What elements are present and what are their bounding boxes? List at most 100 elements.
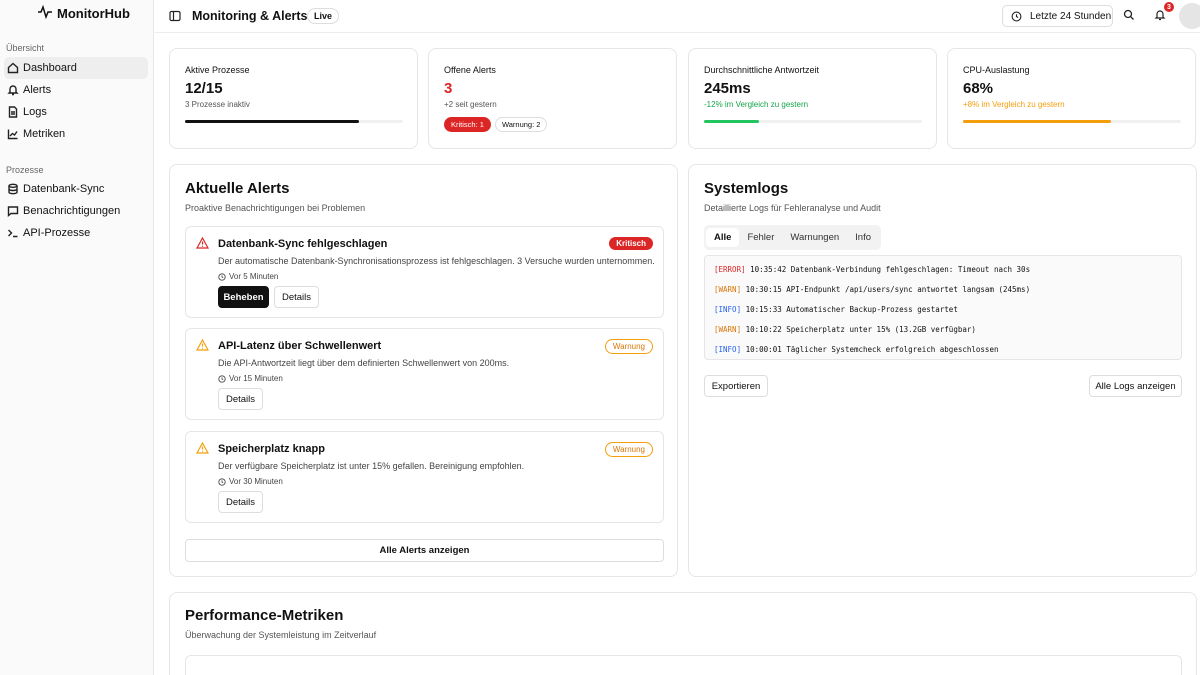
clock-icon xyxy=(218,272,226,281)
fix-button[interactable]: Beheben xyxy=(218,286,269,308)
time-range-button[interactable]: Letzte 24 Stunden xyxy=(1002,5,1113,27)
stat-sub: -12% im Vergleich zu gestern xyxy=(704,100,809,109)
clock-icon xyxy=(218,374,226,383)
brand-name: MonitorHub xyxy=(57,5,130,21)
show-all-alerts-button[interactable]: Alle Alerts anzeigen xyxy=(185,539,664,562)
alert-time: Vor 5 Minuten xyxy=(218,272,278,281)
details-button[interactable]: Details xyxy=(218,388,263,410)
alert-title: Speicherplatz knapp xyxy=(218,443,325,455)
sidebar-item-label: Datenbank-Sync xyxy=(23,183,105,195)
live-badge: Live xyxy=(307,8,340,24)
clock-icon xyxy=(1011,11,1022,22)
log-time: 10:10:22 xyxy=(745,325,782,334)
critical-count-pill: Kritisch: 1 xyxy=(444,117,491,132)
log-time: 10:30:15 xyxy=(745,285,782,294)
nav-overview: Dashboard Alerts Logs Metriken xyxy=(4,57,148,145)
log-level: [WARN] xyxy=(714,285,742,294)
sidebar-item-api-processes[interactable]: API-Prozesse xyxy=(4,222,148,244)
log-message: Täglicher Systemcheck erfolgreich abgesc… xyxy=(786,345,999,354)
stat-value: 245ms xyxy=(704,80,751,97)
log-line: [ERROR] 10:35:42 Datenbank-Verbindung fe… xyxy=(714,263,1172,283)
sidebar-item-metrics[interactable]: Metriken xyxy=(4,123,148,145)
notifications-bell-icon[interactable] xyxy=(1154,9,1166,21)
performance-panel-subtitle: Überwachung der Systemleistung im Zeitve… xyxy=(185,630,377,640)
log-level: [WARN] xyxy=(714,325,742,334)
alert-description: Die API-Antwortzeit liegt über dem defin… xyxy=(218,358,510,368)
tab-warnings[interactable]: Warnungen xyxy=(782,228,847,247)
tab-info[interactable]: Info xyxy=(847,228,879,247)
progress-bar xyxy=(963,120,1181,123)
alert-item: Datenbank-Sync fehlgeschlagen Kritisch D… xyxy=(185,226,664,318)
stat-card-open-alerts: Offene Alerts 3 +2 seit gestern Kritisch… xyxy=(428,48,677,149)
sidebar-item-notifications[interactable]: Benachrichtigungen xyxy=(4,200,148,222)
sidebar-item-alerts[interactable]: Alerts xyxy=(4,79,148,101)
stat-sub: 3 Prozesse inaktiv xyxy=(185,100,250,109)
chart-icon xyxy=(7,129,18,140)
section-label-overview: Übersicht xyxy=(6,43,45,53)
stat-card-cpu-usage: CPU-Auslastung 68% +8% im Vergleich zu g… xyxy=(947,48,1196,149)
log-time: 10:15:33 xyxy=(745,305,782,314)
alert-triangle-icon xyxy=(196,339,209,351)
sidebar-toggle-icon[interactable] xyxy=(169,10,181,22)
sidebar-item-label: Dashboard xyxy=(23,62,77,74)
export-button[interactable]: Exportieren xyxy=(704,375,768,397)
log-line: [INFO] 10:00:01 Täglicher Systemcheck er… xyxy=(714,343,1172,363)
log-time: 10:00:01 xyxy=(745,345,782,354)
stat-sub: +2 seit gestern xyxy=(444,100,497,109)
log-line: [WARN] 10:10:22 Speicherplatz unter 15% … xyxy=(714,323,1172,343)
progress-bar xyxy=(185,120,403,123)
log-output[interactable]: [ERROR] 10:35:42 Datenbank-Verbindung fe… xyxy=(704,255,1182,360)
clock-icon xyxy=(218,477,226,486)
alert-item: Speicherplatz knapp Warnung Der verfügba… xyxy=(185,431,664,523)
logs-panel-subtitle: Detaillierte Logs für Fehleranalyse und … xyxy=(704,203,881,213)
stat-value: 3 xyxy=(444,80,453,97)
file-icon xyxy=(8,106,18,118)
sidebar-item-dashboard[interactable]: Dashboard xyxy=(4,57,148,79)
progress-fill xyxy=(185,120,360,123)
avatar[interactable] xyxy=(1179,3,1200,29)
stat-label: Aktive Prozesse xyxy=(185,65,250,75)
stat-label: CPU-Auslastung xyxy=(963,65,1030,75)
time-range-label: Letzte 24 Stunden xyxy=(1030,10,1112,22)
log-level: [INFO] xyxy=(714,305,742,314)
sidebar-item-label: Alerts xyxy=(23,84,52,96)
logs-panel: Systemlogs Detaillierte Logs für Fehlera… xyxy=(688,164,1197,577)
alert-triangle-icon xyxy=(196,442,209,454)
warning-count-pill: Warnung: 2 xyxy=(494,117,548,132)
alert-time: Vor 30 Minuten xyxy=(218,477,283,486)
show-all-logs-button[interactable]: Alle Logs anzeigen xyxy=(1089,375,1182,397)
stat-label: Offene Alerts xyxy=(444,65,496,75)
sidebar: MonitorHub Übersicht Dashboard Alerts Lo… xyxy=(0,0,154,675)
search-icon[interactable] xyxy=(1123,9,1135,21)
stat-card-active-processes: Aktive Prozesse 12/15 3 Prozesse inaktiv xyxy=(169,48,418,149)
brand[interactable]: MonitorHub xyxy=(0,0,153,26)
stat-value: 68% xyxy=(963,80,994,97)
sidebar-item-label: Logs xyxy=(23,106,47,118)
alert-item: API-Latenz über Schwellenwert Warnung Di… xyxy=(185,328,664,420)
alert-title: API-Latenz über Schwellenwert xyxy=(218,340,382,352)
alert-description: Der automatische Datenbank-Synchronisati… xyxy=(218,256,655,266)
log-time: 10:35:42 xyxy=(750,265,787,274)
sidebar-item-logs[interactable]: Logs xyxy=(4,101,148,123)
logs-panel-title: Systemlogs xyxy=(704,180,789,197)
log-line: [INFO] 10:15:33 Automatischer Backup-Pro… xyxy=(714,303,1172,323)
alert-description: Der verfügbare Speicherplatz ist unter 1… xyxy=(218,461,525,471)
header: Monitoring & Alerts Live Letzte 24 Stund… xyxy=(155,0,1200,33)
severity-badge: Kritisch xyxy=(609,237,653,250)
performance-chart-area xyxy=(185,655,1182,675)
progress-bar xyxy=(704,120,922,123)
message-icon xyxy=(7,206,19,217)
tab-all[interactable]: Alle xyxy=(706,228,740,247)
progress-fill xyxy=(963,120,1112,123)
bell-icon xyxy=(7,85,19,96)
page-title: Monitoring & Alerts xyxy=(192,9,308,23)
log-message: Automatischer Backup-Prozess gestartet xyxy=(786,305,958,314)
stat-label: Durchschnittliche Antwortzeit xyxy=(704,65,820,75)
terminal-icon xyxy=(8,229,18,238)
nav-processes: Datenbank-Sync Benachrichtigungen API-Pr… xyxy=(4,178,148,244)
details-button[interactable]: Details xyxy=(218,491,263,513)
details-button[interactable]: Details xyxy=(274,286,319,308)
stat-card-response-time: Durchschnittliche Antwortzeit 245ms -12%… xyxy=(688,48,937,149)
sidebar-item-database-sync[interactable]: Datenbank-Sync xyxy=(4,178,148,200)
tab-errors[interactable]: Fehler xyxy=(739,228,782,247)
